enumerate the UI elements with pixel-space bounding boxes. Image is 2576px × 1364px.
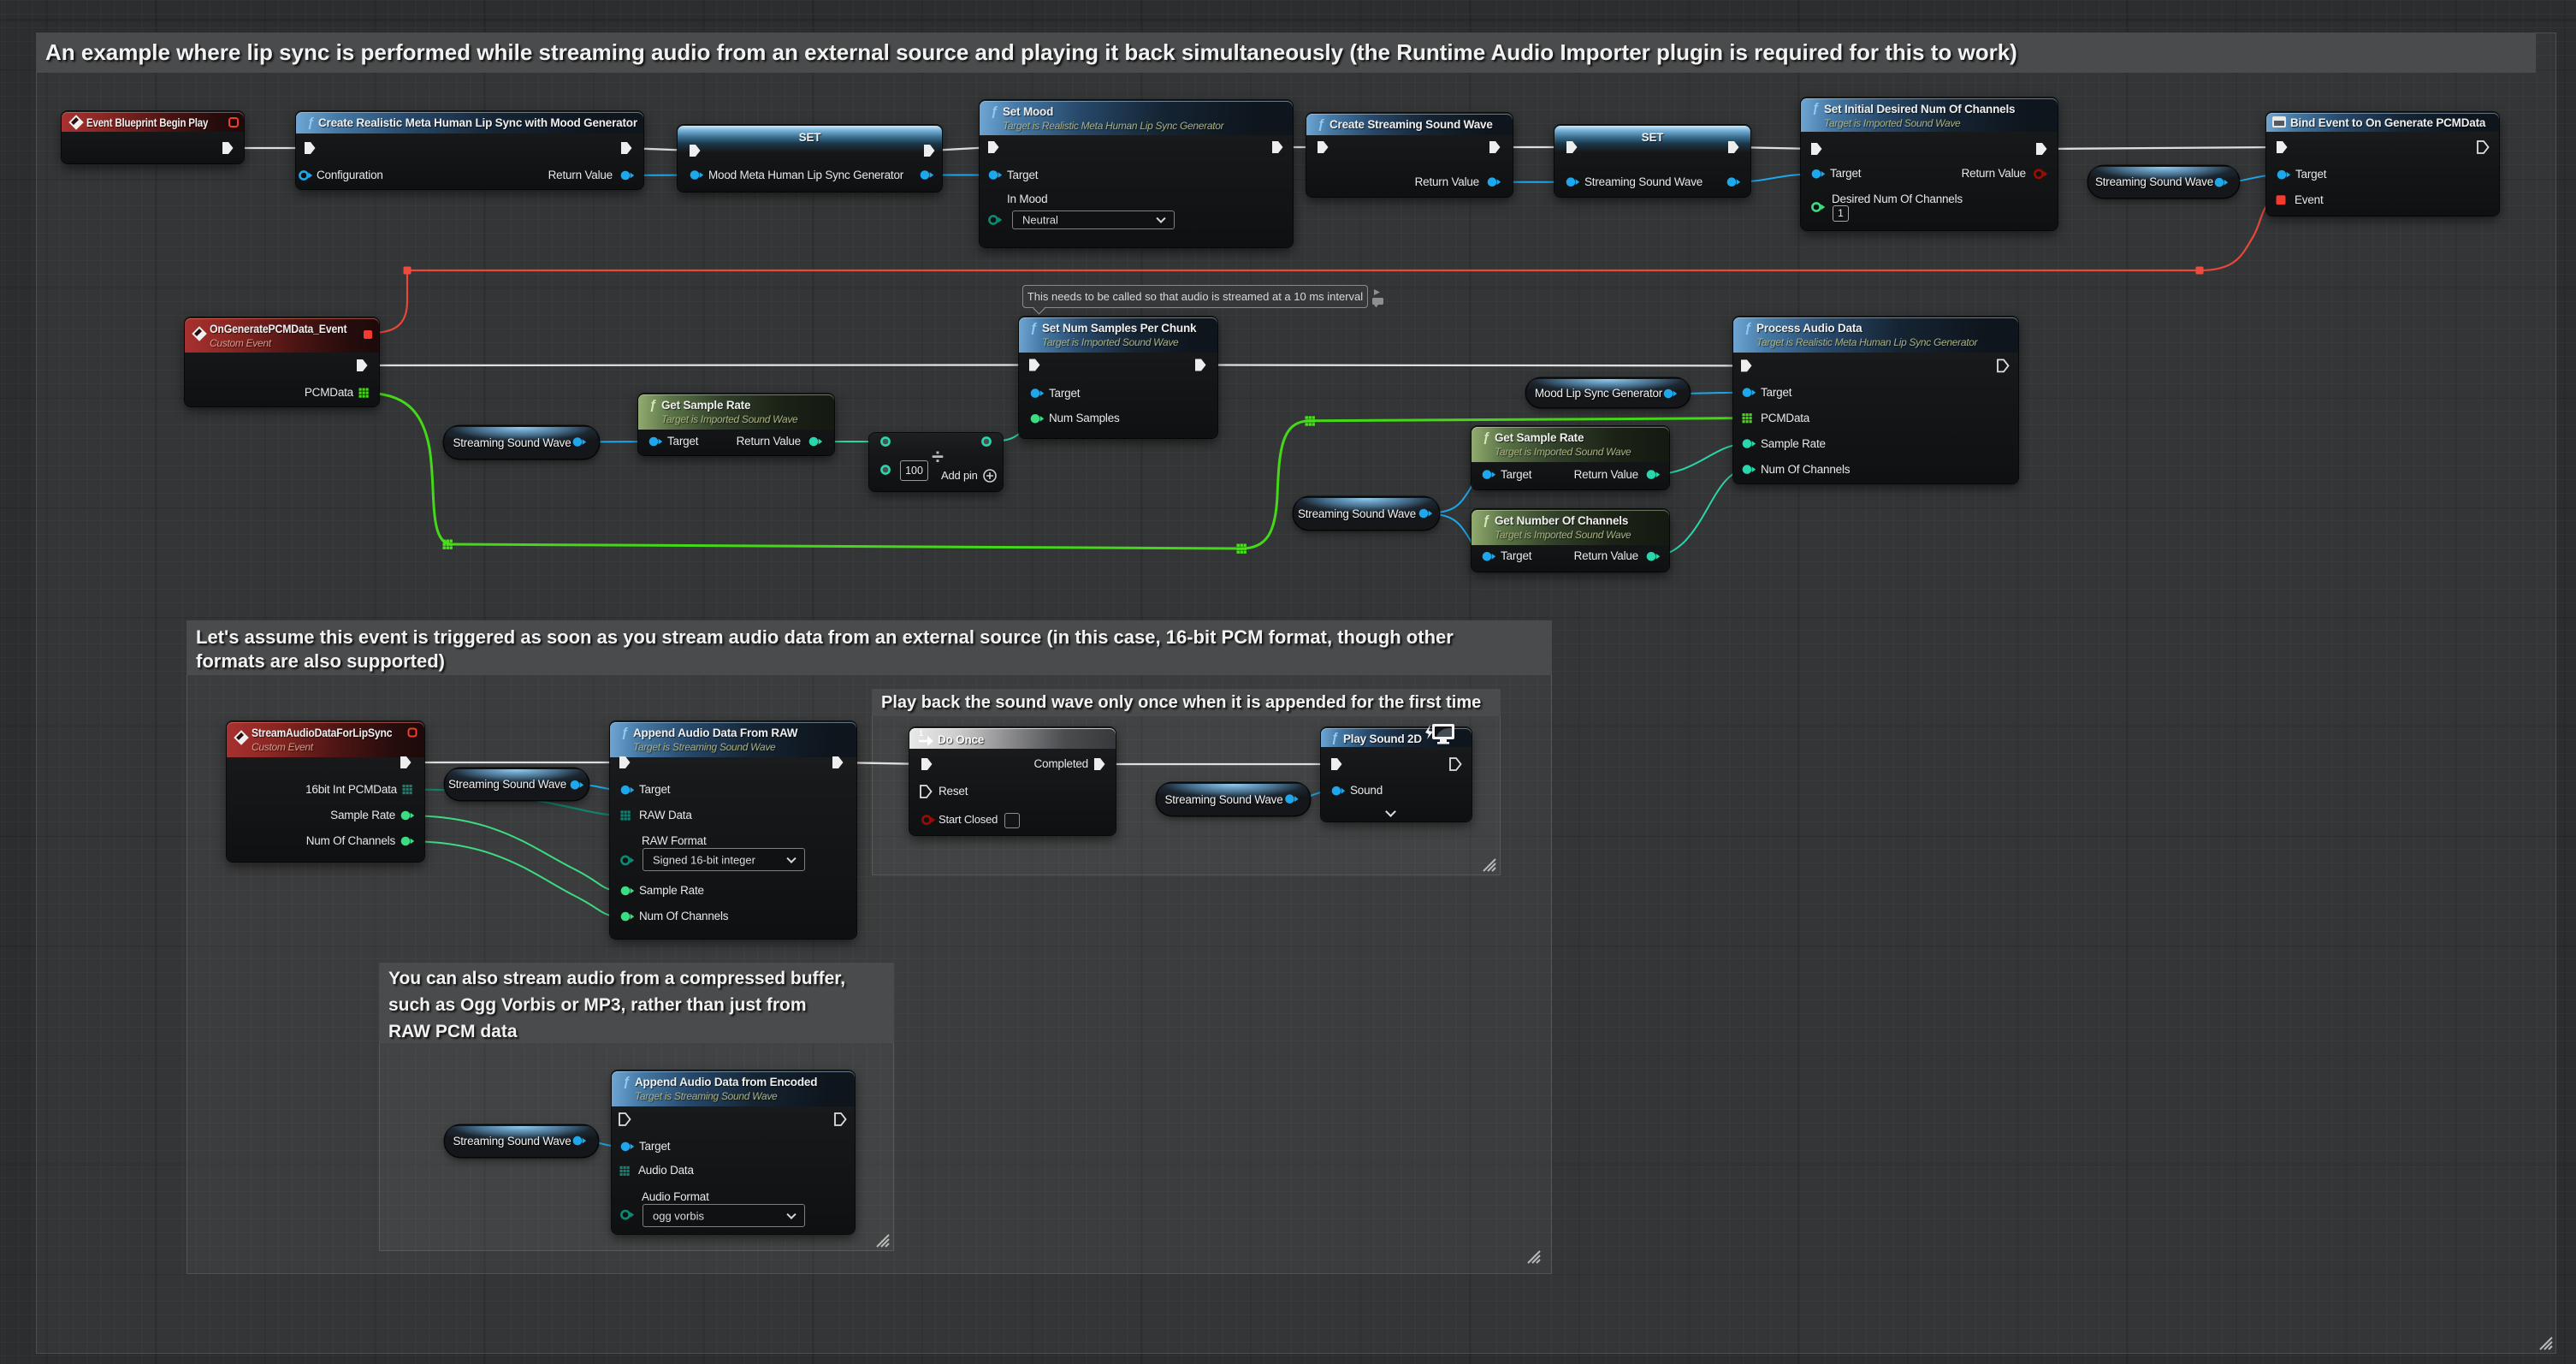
svg-text:1: 1	[919, 729, 923, 738]
